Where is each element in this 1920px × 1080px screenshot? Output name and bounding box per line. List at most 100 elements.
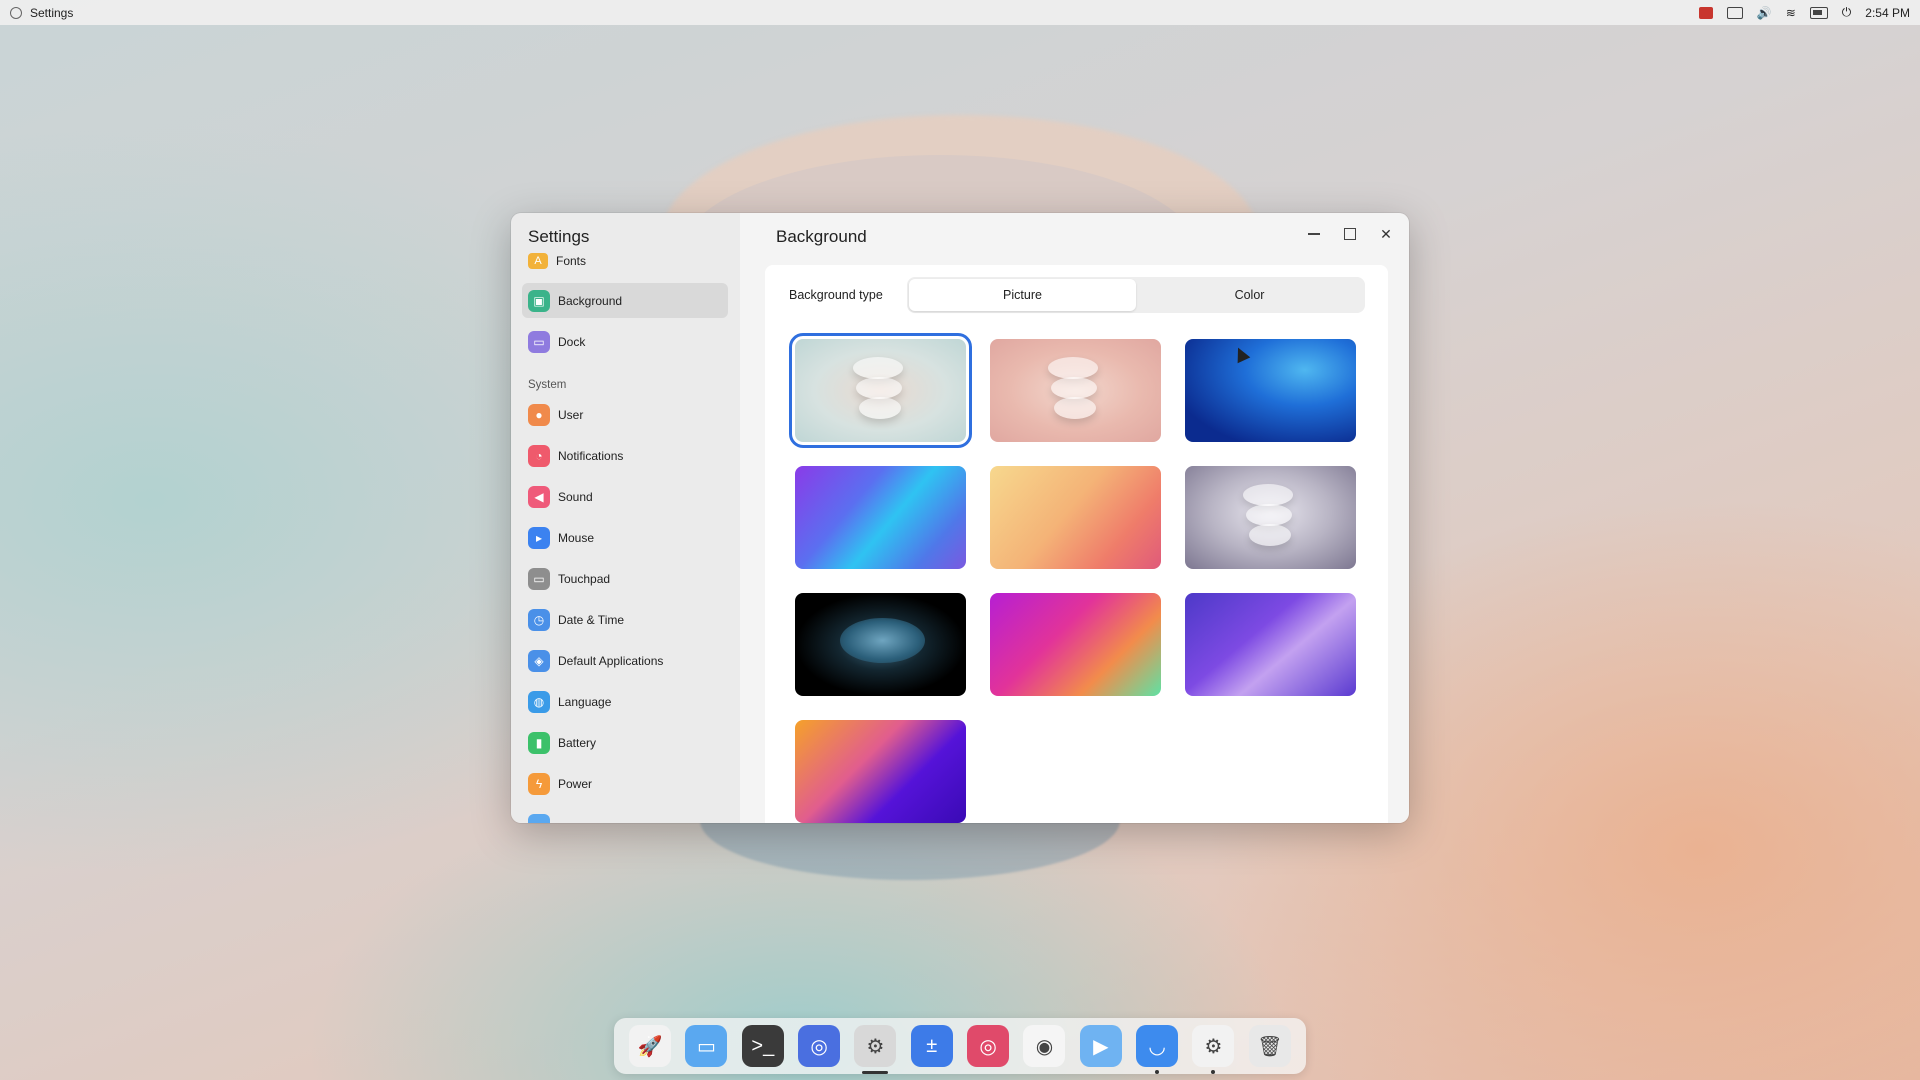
sidebar-title: Settings — [528, 227, 590, 246]
fonts-icon: A — [528, 253, 548, 269]
color-tab[interactable]: Color — [1136, 279, 1363, 311]
notifications-icon: ◔ — [528, 444, 550, 467]
sidebar-item-label: Notifications — [558, 448, 624, 463]
sidebar-item-power[interactable]: ϟ Power — [522, 766, 728, 801]
stone-shape — [1249, 524, 1291, 546]
app-store-icon[interactable]: ◡ — [1136, 1025, 1179, 1074]
sidebar-item-notifications[interactable]: ◔ Notifications — [522, 438, 728, 473]
sidebar-item-label: Fonts — [556, 254, 587, 268]
stone-shape — [1054, 397, 1096, 419]
dock-icon: ▭ — [528, 330, 550, 353]
sidebar-item-label: Battery — [558, 735, 597, 750]
power-icon[interactable]: ⏻ — [1842, 5, 1852, 20]
terminal-glyph: >_ — [751, 1034, 775, 1057]
wallpaper-sunset-gradient[interactable] — [990, 466, 1161, 569]
page-title: Background — [776, 227, 867, 246]
wallpaper-violet-ribbon[interactable] — [1185, 593, 1356, 696]
clock-icon: ◷ — [528, 608, 550, 631]
files-icon[interactable]: ▭ — [685, 1025, 728, 1067]
battery-icon[interactable] — [1809, 6, 1828, 19]
sidebar-item-background[interactable]: ▣ Background — [522, 283, 728, 318]
wallpaper-betta-fish[interactable] — [795, 593, 966, 696]
wallpaper-soft-teal-stones[interactable] — [789, 333, 972, 448]
screenshot-icon[interactable]: ◉ — [1023, 1025, 1066, 1067]
calculator-icon[interactable]: ± — [910, 1025, 953, 1067]
background-type-row: Background type Picture Color — [789, 277, 1365, 313]
debian-icon[interactable]: ◎ — [967, 1025, 1010, 1067]
stone-shape — [859, 397, 901, 419]
maximize-icon[interactable] — [1341, 225, 1359, 243]
app-icon — [528, 813, 550, 823]
media-player-icon[interactable]: ▶ — [1079, 1025, 1122, 1067]
sidebar-item-partial[interactable] — [522, 807, 728, 823]
wallpaper-grey-stones[interactable] — [1185, 466, 1356, 569]
debian-glyph: ◎ — [979, 1035, 997, 1058]
wallpaper-blue-waves[interactable] — [1185, 339, 1356, 442]
minimize-icon[interactable] — [1305, 225, 1323, 243]
stone-shape — [1048, 357, 1098, 379]
sidebar-item-label: Touchpad — [558, 571, 611, 586]
background-panel: Background type Picture Color — [765, 265, 1388, 823]
settings-icon[interactable]: ⚙ — [854, 1025, 897, 1074]
trash-glyph: 🗑 — [1257, 1035, 1283, 1058]
system-settings-icon[interactable]: ⚙ — [1192, 1025, 1235, 1074]
launcher-glyph: 🚀 — [637, 1035, 663, 1058]
running-indicator — [1211, 1070, 1216, 1074]
active-app-name[interactable]: Settings — [30, 6, 73, 20]
sidebar-item-user[interactable]: ● User — [522, 397, 728, 432]
calculator-glyph: ± — [926, 1034, 938, 1057]
sidebar-item-touchpad[interactable]: ▭ Touchpad — [522, 561, 728, 596]
trash-icon[interactable]: 🗑 — [1248, 1025, 1291, 1067]
background-icon: ▣ — [528, 289, 550, 312]
sidebar-item-language[interactable]: ◍ Language — [522, 684, 728, 719]
fish-shape — [840, 618, 925, 663]
power-icon: ϟ — [528, 772, 550, 795]
sidebar-item-dock[interactable]: ▭ Dock — [522, 324, 728, 359]
system-tray: 🔊 ≋ ⏻ 2:54 PM — [1698, 5, 1910, 20]
top-panel: Settings 🔊 ≋ ⏻ 2:54 PM — [0, 0, 1920, 25]
sidebar: Settings A Fonts ▣ Background ▭ Dock System ●… — [511, 213, 740, 823]
wallpaper-magenta-gradient[interactable] — [990, 593, 1161, 696]
sidebar-item-fonts[interactable]: A Fonts — [528, 253, 586, 269]
screenshot-glyph: ◉ — [1035, 1035, 1054, 1058]
sidebar-item-sound[interactable]: ◀ Sound — [522, 479, 728, 514]
browser-glyph: ◎ — [810, 1035, 828, 1058]
sidebar-item-label: Power — [558, 776, 593, 791]
wallpaper-orange-violet[interactable] — [795, 720, 966, 823]
clock[interactable]: 2:54 PM — [1865, 6, 1910, 20]
sidebar-item-battery[interactable]: ▮ Battery — [522, 725, 728, 760]
app-store-glyph: ◡ — [1148, 1035, 1166, 1058]
sidebar-item-mouse[interactable]: ▸ Mouse — [522, 520, 728, 555]
sidebar-item-label: User — [558, 407, 584, 422]
sidebar-item-default-applications[interactable]: ◈ Default Applications — [522, 643, 728, 678]
keyboard-icon[interactable] — [1726, 6, 1743, 19]
main-panel: Background ✕ Background type Picture Col… — [740, 213, 1409, 823]
close-icon[interactable]: ✕ — [1377, 225, 1395, 243]
sound-icon: ◀ — [528, 485, 550, 508]
wallpaper-pink-stones[interactable] — [990, 339, 1161, 442]
sidebar-item-label: Sound — [558, 489, 593, 504]
notification-flag-icon[interactable] — [1698, 6, 1713, 19]
stone-shape — [1051, 377, 1097, 399]
background-type-label: Background type — [789, 288, 883, 302]
sidebar-item-date-time[interactable]: ◷ Date & Time — [522, 602, 728, 637]
wifi-icon[interactable]: ≋ — [1786, 6, 1796, 20]
background-type-toggle: Picture Color — [907, 277, 1365, 313]
browser-icon[interactable]: ◎ — [798, 1025, 841, 1067]
sidebar-item-label: Default Applications — [558, 653, 664, 668]
sidebar-section-system: System — [528, 379, 567, 391]
stone-shape — [853, 357, 903, 379]
wallpaper-purple-cyan-swirl[interactable] — [795, 466, 966, 569]
volume-icon[interactable]: 🔊 — [1757, 6, 1772, 20]
battery-icon: ▮ — [528, 731, 550, 754]
picture-tab[interactable]: Picture — [909, 279, 1136, 311]
media-player-glyph: ▶ — [1093, 1035, 1109, 1058]
terminal-icon[interactable]: >_ — [741, 1025, 784, 1067]
settings-window: Settings A Fonts ▣ Background ▭ Dock System ●… — [511, 213, 1409, 823]
user-icon: ● — [528, 403, 550, 426]
sidebar-list: ▣ Background ▭ Dock System ● User ◔ Notification… — [522, 283, 728, 823]
running-indicator — [862, 1071, 889, 1074]
launcher-icon[interactable]: 🚀 — [629, 1025, 672, 1067]
files-glyph: ▭ — [697, 1035, 716, 1058]
system-settings-glyph: ⚙ — [1204, 1035, 1223, 1058]
